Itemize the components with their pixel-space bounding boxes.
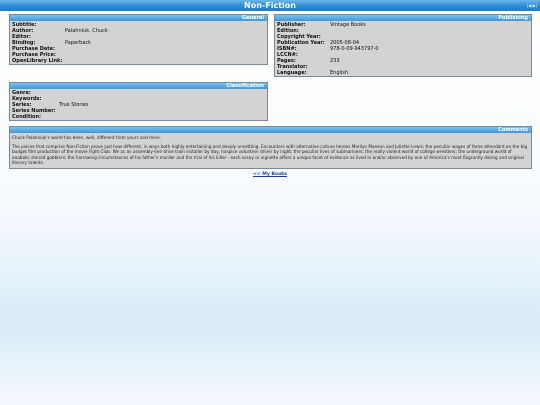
field-value: English bbox=[330, 70, 349, 76]
field-label: OpenLibrary Link: bbox=[12, 58, 63, 64]
language-row: Language: English bbox=[277, 70, 529, 76]
comment-paragraph: The pieces that comprise Non-Fiction pro… bbox=[12, 144, 528, 165]
general-panel: General Subtitle: Author: Palahniuk, Chuc… bbox=[9, 14, 268, 65]
condition-row: Condition: bbox=[12, 114, 265, 120]
title-bar: Non-Fiction |◀ ▶| bbox=[0, 0, 540, 11]
field-value[interactable] bbox=[65, 58, 265, 64]
comments-body: Chuck Palahniuk's world has been, well, … bbox=[10, 133, 531, 171]
field-label: Condition: bbox=[12, 114, 42, 120]
field-label: Language: bbox=[277, 70, 307, 76]
last-record-icon[interactable]: ▶| bbox=[533, 3, 537, 8]
classification-panel: Classification Genre: Keywords: Series: T… bbox=[9, 82, 268, 121]
comments-panel: Comments Chuck Palahniuk's world has bee… bbox=[9, 126, 532, 169]
first-record-icon[interactable]: |◀ bbox=[527, 3, 531, 8]
openlibrary-link-row: OpenLibrary Link: bbox=[12, 58, 265, 64]
field-value bbox=[59, 114, 265, 120]
my-books-link[interactable]: << My Books bbox=[0, 172, 540, 178]
page-title: Non-Fiction bbox=[244, 1, 296, 10]
comment-paragraph: Chuck Palahniuk's world has been, well, … bbox=[12, 135, 161, 140]
record-nav: |◀ ▶| bbox=[527, 1, 537, 10]
publishing-panel: Publishing Publisher: Vintage Books Editi… bbox=[274, 14, 532, 77]
